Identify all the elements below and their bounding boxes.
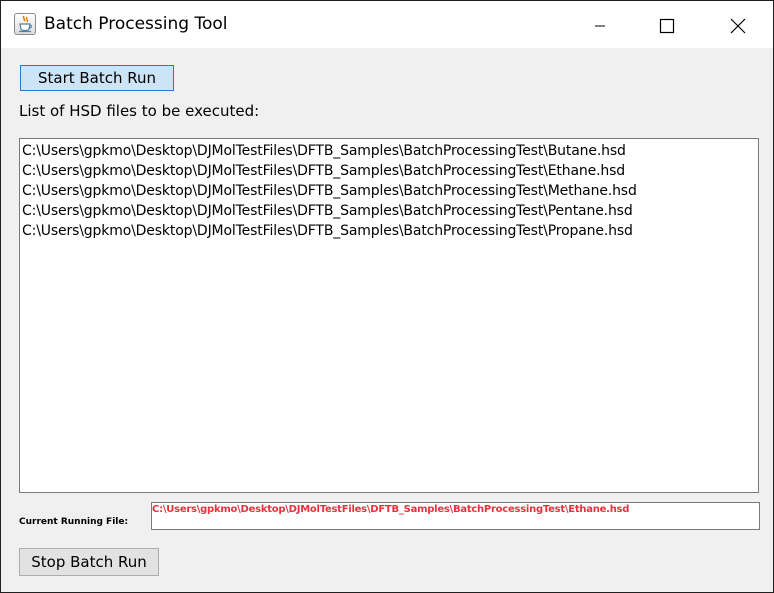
list-item[interactable]: C:\Users\gpkmo\Desktop\DJMolTestFiles\DF… (22, 181, 637, 201)
window-title: Batch Processing Tool (44, 14, 228, 34)
minimize-button[interactable] (577, 1, 623, 48)
stop-batch-run-button[interactable]: Stop Batch Run (19, 548, 159, 576)
maximize-icon (659, 18, 675, 34)
list-item[interactable]: C:\Users\gpkmo\Desktop\DJMolTestFiles\DF… (22, 141, 626, 161)
close-icon (730, 18, 746, 34)
close-button[interactable] (715, 1, 761, 48)
current-running-file-field[interactable]: C:\Users\gpkmo\Desktop\DJMolTestFiles\DF… (151, 502, 760, 530)
minimize-icon (595, 25, 605, 27)
hsd-file-list[interactable]: C:\Users\gpkmo\Desktop\DJMolTestFiles\DF… (19, 138, 759, 493)
list-item[interactable]: C:\Users\gpkmo\Desktop\DJMolTestFiles\DF… (22, 161, 625, 181)
current-running-file-value: C:\Users\gpkmo\Desktop\DJMolTestFiles\DF… (152, 504, 630, 515)
title-bar[interactable]: Batch Processing Tool (1, 1, 773, 48)
list-item[interactable]: C:\Users\gpkmo\Desktop\DJMolTestFiles\DF… (22, 201, 633, 221)
file-list-label: List of HSD files to be executed: (19, 102, 260, 120)
list-item[interactable]: C:\Users\gpkmo\Desktop\DJMolTestFiles\DF… (22, 221, 633, 241)
maximize-button[interactable] (644, 1, 690, 48)
batch-processing-window: Batch Processing Tool Start Batch Run Li… (0, 0, 774, 593)
java-cup-icon[interactable] (14, 13, 36, 35)
current-running-file-label: Current Running File: (19, 517, 129, 527)
start-batch-run-button[interactable]: Start Batch Run (20, 65, 174, 91)
